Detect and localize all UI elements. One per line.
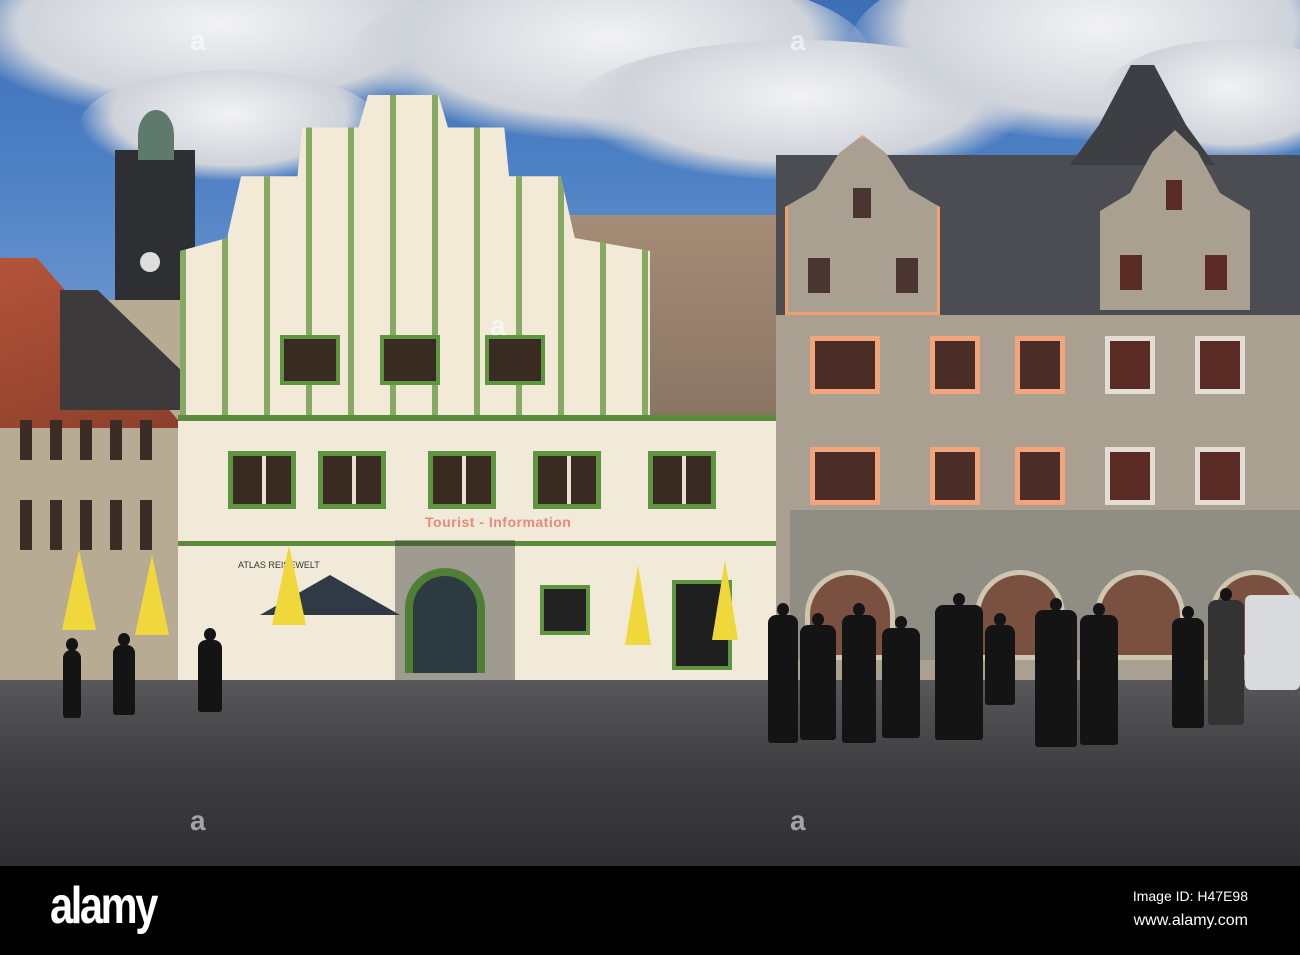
window <box>428 451 496 509</box>
window-row <box>10 500 160 550</box>
pedestrian <box>1035 598 1077 747</box>
window <box>930 336 980 394</box>
window <box>930 447 980 505</box>
watermark: a <box>790 805 806 836</box>
window <box>318 451 386 509</box>
window <box>648 451 716 509</box>
footer-bar <box>0 866 1300 955</box>
window <box>1120 255 1142 290</box>
window-row <box>10 420 160 460</box>
window <box>1166 180 1182 210</box>
window <box>1015 447 1065 505</box>
window <box>1105 336 1155 394</box>
watermark: a <box>490 310 506 341</box>
shop-window <box>540 585 590 635</box>
pedestrian <box>800 613 836 740</box>
alamy-logo: alamy <box>50 877 158 935</box>
pedestrian <box>198 628 222 712</box>
window <box>533 451 601 509</box>
window <box>1195 447 1245 505</box>
tower-cupola <box>138 110 174 160</box>
pedestrian <box>1080 603 1118 745</box>
pedestrian <box>842 603 876 743</box>
image-id: Image ID: H47E98 <box>1132 888 1248 904</box>
window <box>896 258 918 293</box>
arched-doorway <box>405 568 485 673</box>
pedestrian <box>882 616 920 738</box>
window <box>810 447 880 505</box>
pedestrian <box>985 613 1015 705</box>
pedestrian <box>1172 606 1204 728</box>
window <box>810 336 880 394</box>
window <box>1195 336 1245 394</box>
website-url: www.alamy.com <box>1133 912 1248 929</box>
clock-face <box>140 252 160 272</box>
window <box>1015 336 1065 394</box>
gable-window <box>485 335 545 385</box>
pedestrian <box>63 638 81 718</box>
pedestrian <box>768 603 798 743</box>
atlas-reisewelt-sign: ATLAS REISEWELT <box>238 560 320 570</box>
gable-window <box>280 335 340 385</box>
pedestrian <box>1208 588 1244 725</box>
tourist-information-sign: Tourist - Information <box>425 514 572 530</box>
window <box>1105 447 1155 505</box>
window <box>1205 255 1227 290</box>
white-van <box>1245 595 1300 690</box>
pedestrian <box>935 593 983 740</box>
window <box>853 188 871 218</box>
watermark: a <box>190 805 206 836</box>
gable-window <box>380 335 440 385</box>
watermark: a <box>190 25 206 56</box>
window <box>808 258 830 293</box>
watermark: a <box>790 25 806 56</box>
pedestrian <box>113 633 135 715</box>
window <box>228 451 296 509</box>
